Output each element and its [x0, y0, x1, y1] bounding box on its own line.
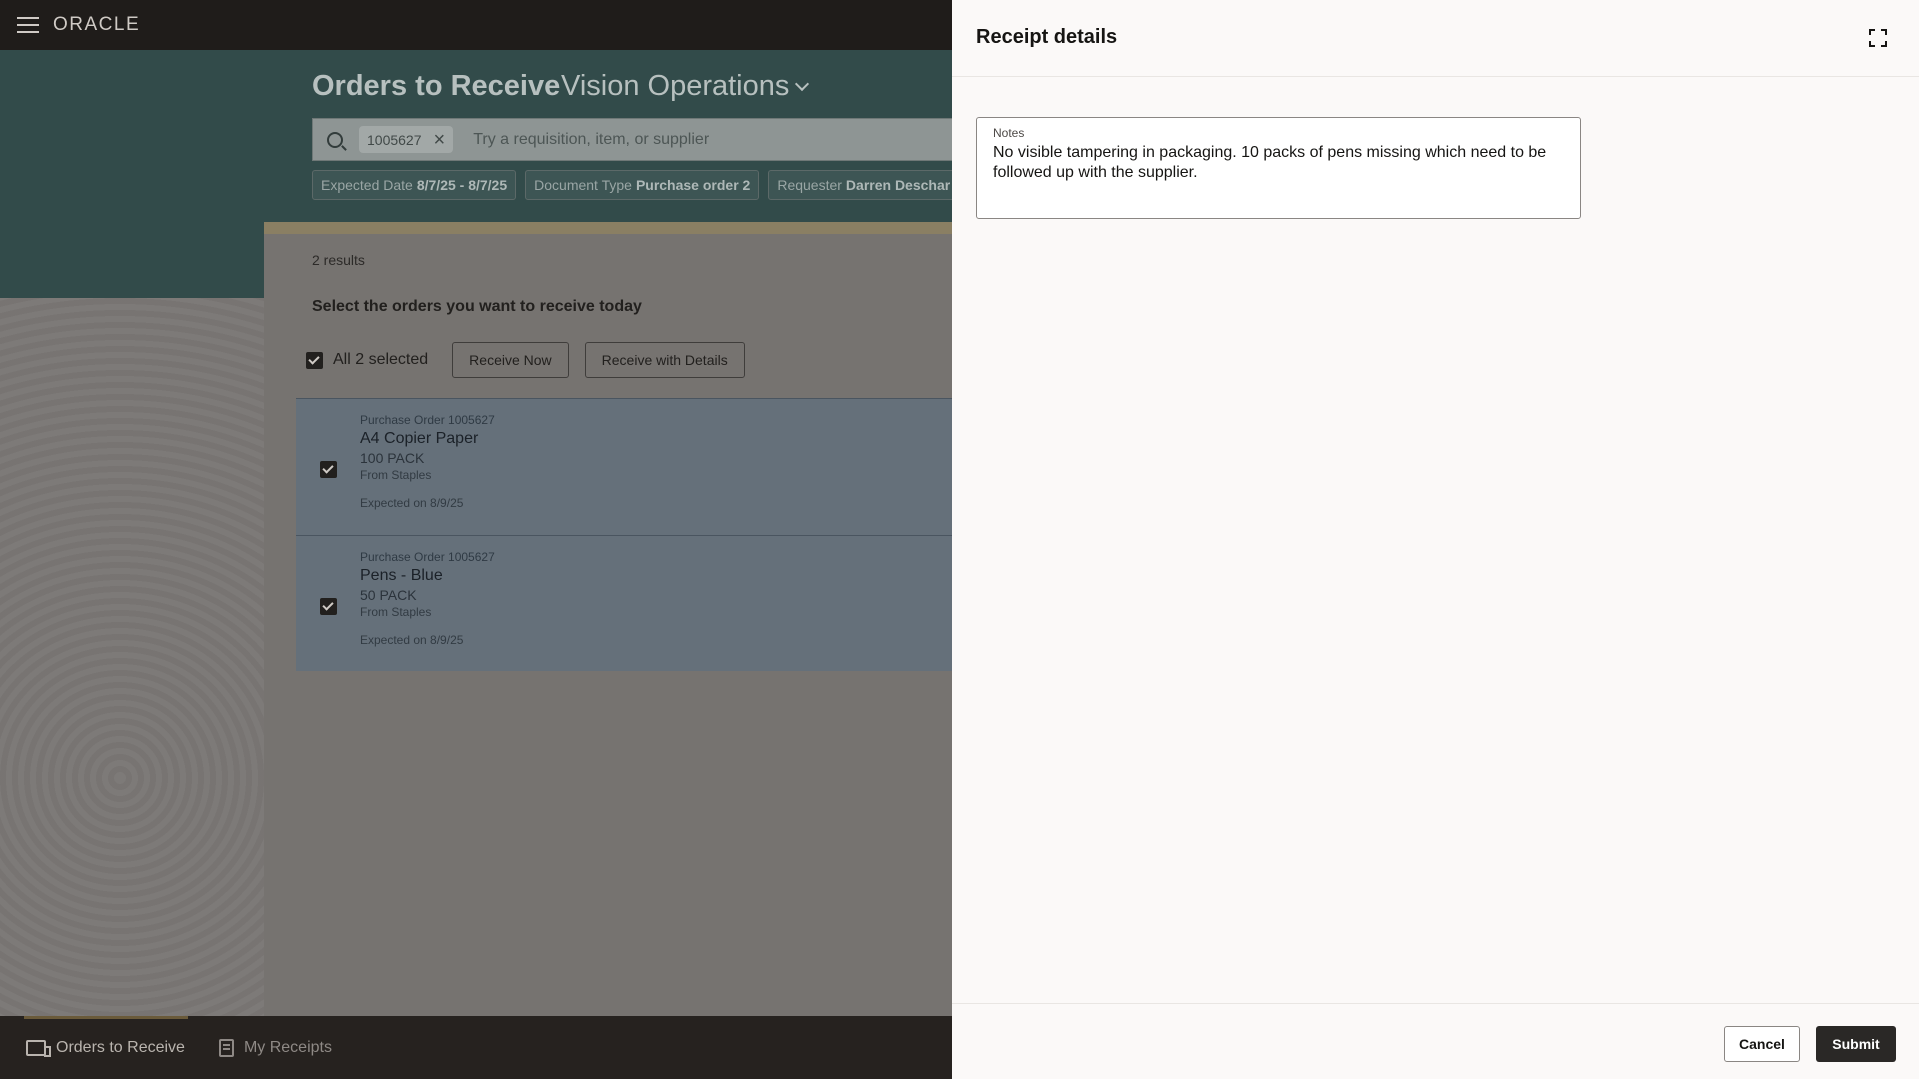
order-checkbox[interactable] — [320, 598, 337, 615]
order-list: Purchase Order 1005627 A4 Copier Paper 1… — [296, 398, 952, 671]
select-all-checkbox[interactable] — [306, 351, 323, 369]
filter-requester[interactable]: Requester Darren Deschar — [768, 170, 952, 200]
notes-textarea[interactable]: No visible tampering in packaging. 10 pa… — [993, 143, 1563, 183]
drawer-footer: Cancel Submit — [952, 1003, 1919, 1079]
filter-value: Purchase order 2 — [635, 177, 751, 193]
receipt-icon — [218, 1038, 234, 1057]
purchase-order-number: Purchase Order 1005627 — [360, 550, 495, 564]
list-item[interactable]: Purchase Order 1005627 A4 Copier Paper 1… — [296, 398, 952, 535]
results-toolbar: All 2 selected Receive Now Receive with … — [306, 342, 745, 378]
truck-icon — [26, 1039, 51, 1057]
item-name: Pens - Blue — [360, 567, 443, 584]
bottom-nav: Orders to Receive My Receipts — [0, 1016, 952, 1079]
select-heading: Select the orders you want to receive to… — [312, 298, 642, 315]
item-quantity: 100 PACK — [360, 450, 425, 466]
item-quantity: 50 PACK — [360, 587, 417, 603]
submit-button[interactable]: Submit — [1816, 1026, 1896, 1062]
app-background: ORACLE Orders to Receive Vision Operatio… — [0, 0, 952, 1079]
filter-value: 8/7/25 - 8/7/25 — [416, 177, 508, 193]
close-icon[interactable]: × — [434, 130, 446, 150]
results-banner — [264, 222, 952, 234]
oracle-logo: ORACLE — [53, 14, 141, 35]
results-panel: 2 results Select the orders you want to … — [264, 222, 952, 1017]
organization-selector[interactable]: Vision Operations — [561, 70, 810, 103]
nav-my-receipts[interactable]: My Receipts — [218, 1038, 332, 1057]
notes-field[interactable]: Notes No visible tampering in packaging.… — [976, 117, 1581, 219]
order-info: Purchase Order 1005627 Pens - Blue 50 PA… — [360, 550, 495, 647]
organization-label: Vision Operations — [561, 70, 790, 102]
search-input[interactable]: Try a requisition, item, or supplier — [473, 131, 709, 149]
expected-date: Expected on 8/9/25 — [360, 496, 464, 510]
purchase-order-number: Purchase Order 1005627 — [360, 413, 495, 427]
search-bar[interactable]: 1005627 × Try a requisition, item, or su… — [312, 118, 952, 161]
item-name: A4 Copier Paper — [360, 430, 479, 447]
expected-date: Expected on 8/9/25 — [360, 633, 464, 647]
supplier: From Staples — [360, 468, 432, 482]
menu-icon[interactable] — [17, 17, 39, 33]
order-info: Purchase Order 1005627 A4 Copier Paper 1… — [360, 413, 495, 510]
nav-label: My Receipts — [243, 1038, 332, 1056]
receive-now-button[interactable]: Receive Now — [452, 342, 569, 378]
list-item[interactable]: Purchase Order 1005627 Pens - Blue 50 PA… — [296, 535, 952, 671]
drawer-header: Receipt details — [952, 0, 1919, 77]
drawer-title: Receipt details — [976, 26, 1118, 48]
nav-orders-to-receive[interactable]: Orders to Receive — [26, 1039, 185, 1057]
receipt-details-drawer: Receipt details Notes No visible tamperi… — [952, 0, 1919, 1079]
order-checkbox[interactable] — [320, 461, 337, 478]
background-pattern — [0, 298, 264, 1016]
cancel-button[interactable]: Cancel — [1724, 1026, 1800, 1062]
active-tab-indicator — [24, 1016, 188, 1019]
page-title: Orders to Receive — [312, 70, 561, 102]
filter-document-type[interactable]: Document Type Purchase order 2 — [525, 170, 760, 200]
top-bar: ORACLE — [0, 0, 952, 50]
expand-icon[interactable] — [1869, 29, 1887, 47]
supplier: From Staples — [360, 605, 432, 619]
receive-with-details-button[interactable]: Receive with Details — [584, 342, 745, 378]
search-chip[interactable]: 1005627 × — [359, 126, 454, 153]
filter-expected-date[interactable]: Expected Date 8/7/25 - 8/7/25 — [312, 170, 517, 200]
filter-bar: Expected Date 8/7/25 - 8/7/25 Document T… — [312, 170, 952, 200]
select-all-label: All 2 selected — [333, 351, 429, 368]
chevron-down-icon — [795, 76, 810, 91]
nav-label: Orders to Receive — [56, 1038, 185, 1056]
result-count: 2 results — [312, 252, 365, 268]
notes-label: Notes — [993, 126, 1025, 140]
search-chip-label: 1005627 — [367, 131, 422, 148]
filter-label: Requester — [777, 177, 842, 193]
filter-label: Document Type — [534, 177, 632, 193]
filter-value: Darren Deschar — [845, 177, 951, 193]
filter-label: Expected Date — [321, 177, 413, 193]
search-icon — [327, 131, 343, 148]
